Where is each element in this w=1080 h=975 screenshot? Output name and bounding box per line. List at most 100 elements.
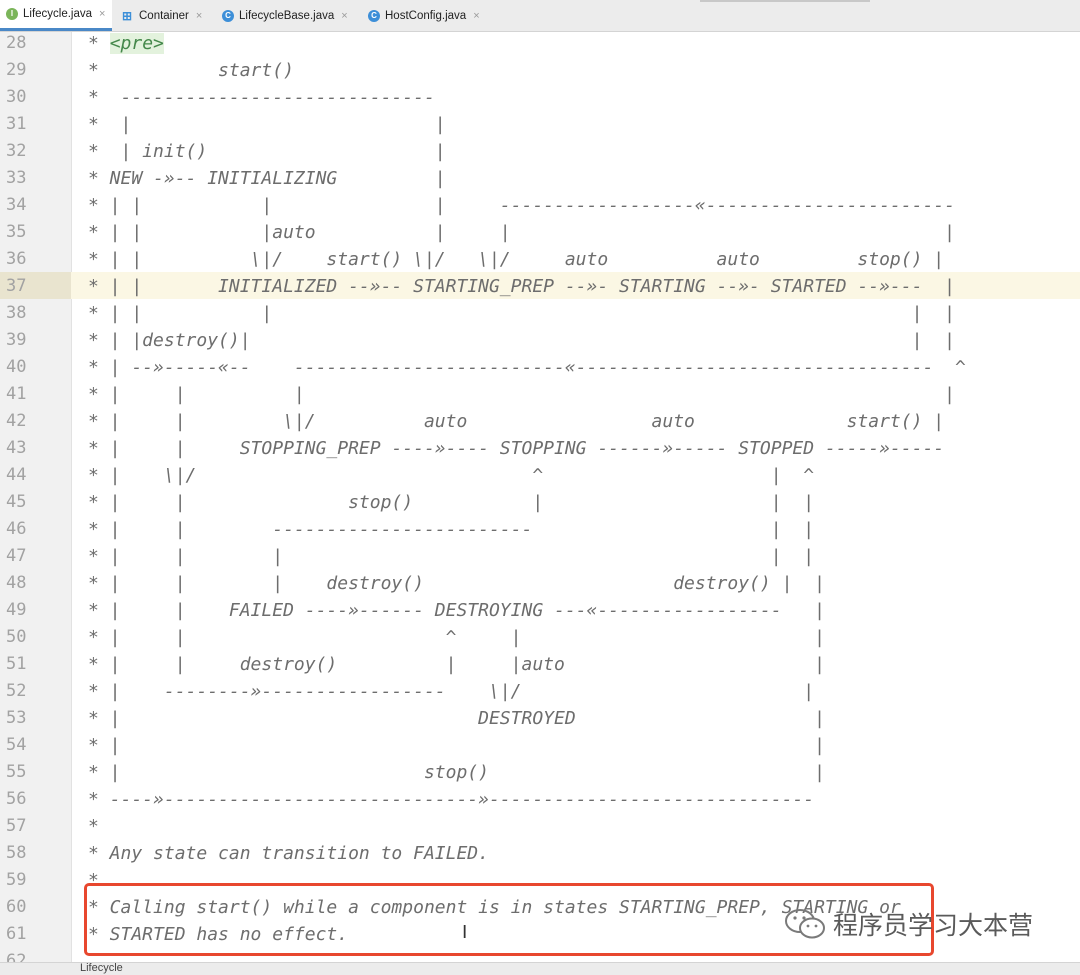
line-number: 54 bbox=[6, 735, 27, 755]
close-icon[interactable]: × bbox=[341, 10, 347, 22]
comment-text: * | \|/ ^ | ^ bbox=[88, 465, 815, 486]
code-text: * | stop() | bbox=[88, 759, 825, 786]
tab-lifecyclebase-java[interactable]: C LifecycleBase.java × bbox=[216, 0, 360, 31]
comment-text: * | |destroy()| | | bbox=[88, 330, 955, 351]
code-text: * bbox=[88, 813, 99, 840]
code-line[interactable]: 46 * | | ------------------------ | | bbox=[0, 516, 1080, 543]
line-number: 58 bbox=[6, 843, 27, 863]
code-line[interactable]: 47 * | | | | | bbox=[0, 543, 1080, 570]
code-line[interactable]: 37 * | | INITIALIZED --»-- STARTING_PREP … bbox=[0, 273, 1080, 300]
code-line[interactable]: 54 * | | bbox=[0, 732, 1080, 759]
close-icon[interactable]: × bbox=[196, 10, 202, 22]
code-line[interactable]: 31 * | | bbox=[0, 111, 1080, 138]
close-icon[interactable]: × bbox=[473, 10, 479, 22]
line-number: 28 bbox=[6, 33, 27, 53]
code-line[interactable]: 36 * | | \|/ start() \|/ \|/ auto auto st… bbox=[0, 246, 1080, 273]
code-line[interactable]: 38 * | | | | | bbox=[0, 300, 1080, 327]
close-icon[interactable]: × bbox=[99, 8, 105, 20]
code-text: * NEW -»-- INITIALIZING | bbox=[88, 165, 446, 192]
comment-text: * | stop() | bbox=[88, 762, 825, 783]
code-line[interactable]: 56 * ----»-----------------------------»-… bbox=[0, 786, 1080, 813]
comment-text: * | | destroy() | |auto | bbox=[88, 654, 825, 675]
code-text: * | | ------------------------ | | bbox=[88, 516, 814, 543]
code-line[interactable]: 48 * | | | destroy() destroy() | | bbox=[0, 570, 1080, 597]
status-bar bbox=[0, 962, 1080, 975]
line-number: 38 bbox=[6, 303, 27, 323]
tab-container[interactable]: ⊞ Container × bbox=[114, 0, 214, 31]
code-line[interactable]: 45 * | | stop() | | | bbox=[0, 489, 1080, 516]
code-line[interactable]: 43 * | | STOPPING_PREP ----»---- STOPPING… bbox=[0, 435, 1080, 462]
line-number: 35 bbox=[6, 222, 27, 242]
comment-text: * | | INITIALIZED --»-- STARTING_PREP --… bbox=[88, 276, 955, 297]
comment-text: * ----»-----------------------------»---… bbox=[88, 789, 815, 810]
code-line[interactable]: 40 * | --»-----«-- ----------------------… bbox=[0, 354, 1080, 381]
comment-text: * bbox=[88, 33, 110, 54]
line-number: 50 bbox=[6, 627, 27, 647]
code-text: * | \|/ ^ | ^ bbox=[88, 462, 814, 489]
comment-text: * | | | | ------------------«-----------… bbox=[88, 195, 955, 216]
code-text: * start() bbox=[88, 57, 294, 84]
code-line[interactable]: 35 * | | |auto | | | bbox=[0, 219, 1080, 246]
html-pre-tag: <pre> bbox=[109, 33, 164, 54]
comment-text: * | | | | bbox=[88, 384, 955, 405]
line-number: 55 bbox=[6, 762, 27, 782]
code-line[interactable]: 50 * | | ^ | | bbox=[0, 624, 1080, 651]
code-text: * | | | destroy() destroy() | | bbox=[88, 570, 825, 597]
line-number: 52 bbox=[6, 681, 27, 701]
breadcrumb[interactable]: Lifecycle bbox=[80, 963, 123, 974]
tab-lifecycle-java[interactable]: I Lifecycle.java × bbox=[0, 0, 112, 31]
code-text: * | | | | | bbox=[88, 543, 814, 570]
code-line[interactable]: 29 * start() bbox=[0, 57, 1080, 84]
code-line[interactable]: 42 * | | \|/ auto auto start() | bbox=[0, 408, 1080, 435]
code-text: * ----------------------------- bbox=[88, 84, 435, 111]
comment-text: * ----------------------------- bbox=[88, 87, 435, 108]
code-line[interactable]: 58 * Any state can transition to FAILED. bbox=[0, 840, 1080, 867]
line-number: 32 bbox=[6, 141, 27, 161]
code-line[interactable]: 41 * | | | | bbox=[0, 381, 1080, 408]
comment-text: * | | bbox=[88, 114, 446, 135]
code-line[interactable]: 33 * NEW -»-- INITIALIZING | bbox=[0, 165, 1080, 192]
comment-text: * | | | destroy() destroy() | | bbox=[88, 573, 825, 594]
line-number: 47 bbox=[6, 546, 27, 566]
code-line[interactable]: 52 * | --------»----------------- \|/ | bbox=[0, 678, 1080, 705]
code-text: * | | bbox=[88, 111, 446, 138]
code-text: * | | STOPPING_PREP ----»---- STOPPING -… bbox=[88, 435, 944, 462]
line-number: 29 bbox=[6, 60, 27, 80]
structure-icon: ⊞ bbox=[121, 8, 133, 23]
code-line[interactable]: 53 * | DESTROYED | bbox=[0, 705, 1080, 732]
line-number: 56 bbox=[6, 789, 27, 809]
code-line[interactable]: 44 * | \|/ ^ | ^ bbox=[0, 462, 1080, 489]
code-line[interactable]: 57 * bbox=[0, 813, 1080, 840]
comment-text: * bbox=[88, 816, 99, 837]
line-number: 37 bbox=[6, 276, 27, 296]
code-line[interactable]: 39 * | |destroy()| | | bbox=[0, 327, 1080, 354]
code-text: * | | destroy() | |auto | bbox=[88, 651, 825, 678]
comment-text: * | | ^ | | bbox=[88, 627, 825, 648]
line-number: 59 bbox=[6, 870, 27, 890]
tab-label: LifecycleBase.java bbox=[239, 9, 335, 22]
line-number: 30 bbox=[6, 87, 27, 107]
comment-text: * | | bbox=[88, 735, 825, 756]
code-line[interactable]: 51 * | | destroy() | |auto | bbox=[0, 651, 1080, 678]
tab-hostconfig-java[interactable]: C HostConfig.java × bbox=[362, 0, 492, 31]
code-text: * <pre> bbox=[88, 30, 164, 57]
class-icon: C bbox=[368, 9, 380, 22]
code-text: * | | | | bbox=[88, 381, 955, 408]
tab-label: Lifecycle.java bbox=[23, 8, 93, 20]
watermark: 程序员学习大本营 bbox=[783, 906, 1033, 942]
line-number: 31 bbox=[6, 114, 27, 134]
comment-text: * | | stop() | | | bbox=[88, 492, 815, 513]
code-line[interactable]: 32 * | init() | bbox=[0, 138, 1080, 165]
comment-text: * | | | | | bbox=[88, 303, 955, 324]
line-number: 45 bbox=[6, 492, 27, 512]
line-number: 51 bbox=[6, 654, 27, 674]
code-line[interactable]: 55 * | stop() | bbox=[0, 759, 1080, 786]
code-line[interactable]: 28 * <pre> bbox=[0, 30, 1080, 57]
code-line[interactable]: 49 * | | FAILED ----»------ DESTROYING --… bbox=[0, 597, 1080, 624]
comment-text: * | DESTROYED | bbox=[88, 708, 825, 729]
code-line[interactable]: 34 * | | | | ------------------«---------… bbox=[0, 192, 1080, 219]
code-text: * ----»-----------------------------»---… bbox=[88, 786, 814, 813]
comment-text: * | | \|/ auto auto start() | bbox=[88, 411, 945, 432]
code-text: * | | | | ------------------«-----------… bbox=[88, 192, 955, 219]
code-line[interactable]: 30 * ----------------------------- bbox=[0, 84, 1080, 111]
